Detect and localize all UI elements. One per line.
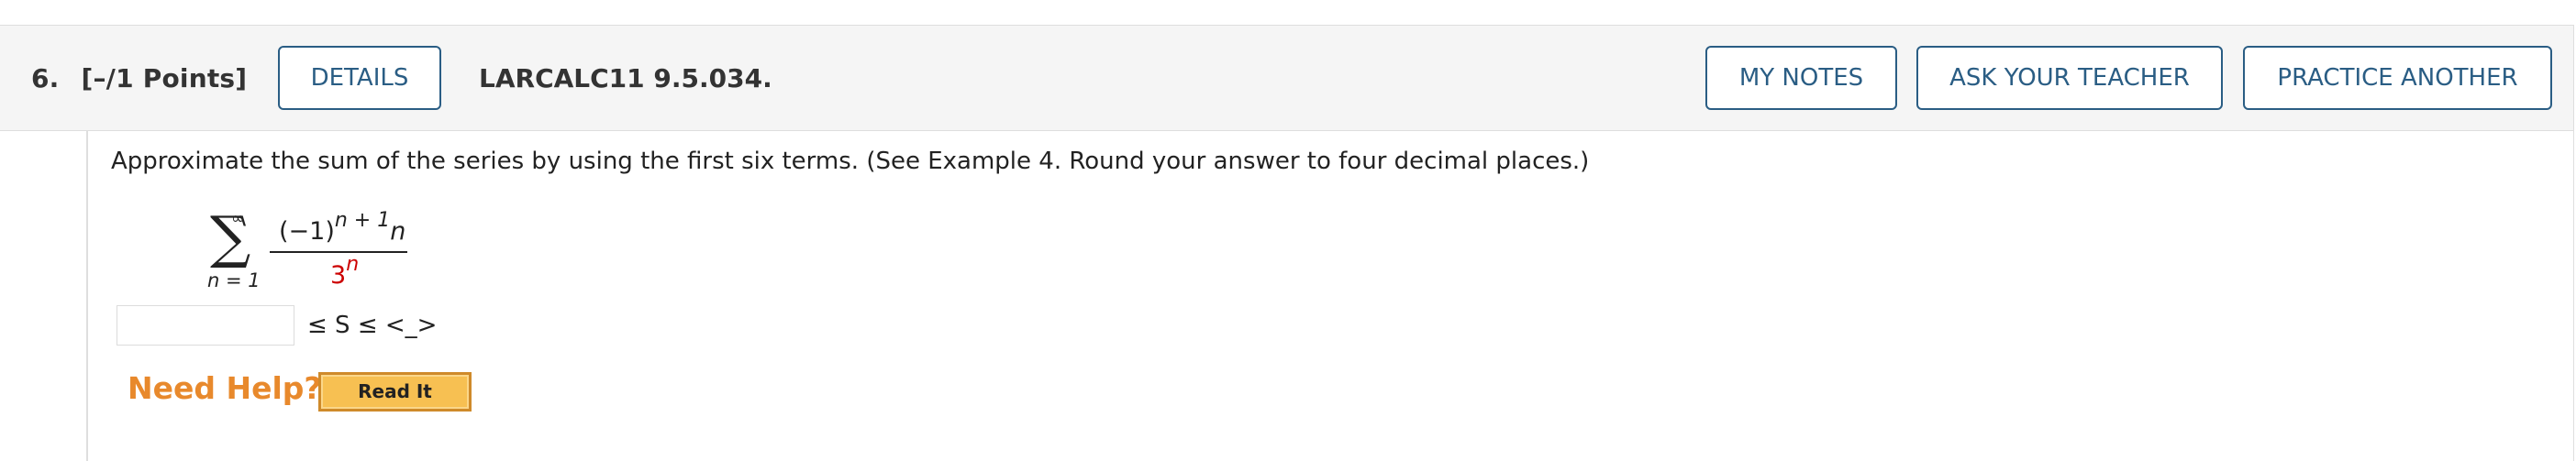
ask-teacher-button[interactable]: ASK YOUR TEACHER: [1916, 46, 2223, 110]
fraction-numerator: (−1)n + 1n: [279, 209, 406, 246]
question-number-label: 6.: [31, 63, 60, 93]
question-header: 6. [–/1 Points] DETAILS LARCALC11 9.5.03…: [0, 25, 2574, 131]
numerator-tail: n: [390, 217, 406, 246]
denominator-exponent: n: [346, 253, 360, 276]
fraction-denominator: 3n: [330, 253, 359, 290]
denominator-base: 3: [330, 261, 347, 290]
numerator-exponent: n + 1: [334, 209, 391, 232]
practice-another-button[interactable]: PRACTICE ANOTHER: [2243, 46, 2552, 110]
question-number: 6. [–/1 Points]: [31, 63, 247, 93]
sum-lower-limit: n = 1: [207, 269, 261, 291]
fraction-bar: [270, 251, 407, 253]
sigma-symbol: ∑: [210, 203, 251, 270]
question-code: LARCALC11 9.5.034.: [479, 63, 772, 93]
inequality-text: ≤ S ≤ <_>: [307, 312, 438, 339]
question-body: [86, 131, 2574, 461]
question-points: [–/1 Points]: [81, 63, 248, 93]
need-help-label: Need Help?: [128, 370, 322, 406]
question-prompt: Approximate the sum of the series by usi…: [111, 148, 1590, 175]
details-button[interactable]: DETAILS: [278, 46, 441, 110]
sum-lower-limit-text: n = 1: [207, 269, 261, 291]
numerator-base: (−1): [279, 217, 335, 246]
read-it-button[interactable]: Read It: [318, 372, 472, 412]
answer-input[interactable]: [117, 305, 294, 346]
my-notes-button[interactable]: MY NOTES: [1705, 46, 1897, 110]
